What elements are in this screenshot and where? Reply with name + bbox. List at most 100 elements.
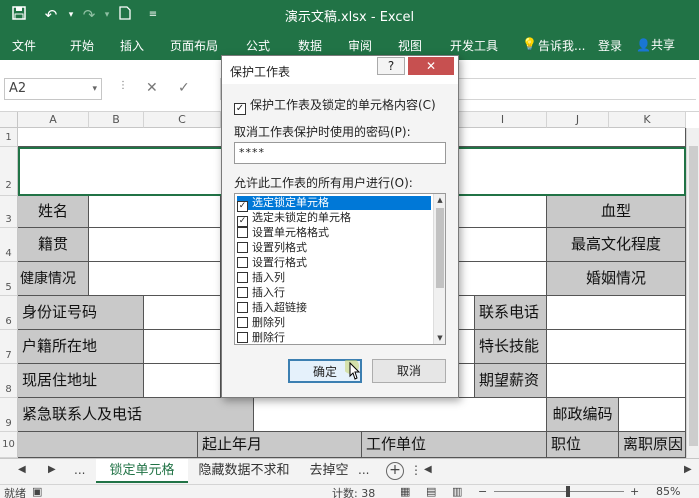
sheet-tab-remove-empty[interactable]: 去掉空 <box>302 459 356 483</box>
tab-file[interactable]: 文件 <box>12 37 36 54</box>
row-header[interactable]: 6 <box>0 296 18 330</box>
row-header[interactable]: 7 <box>0 330 18 364</box>
more-sheets-right[interactable]: ... <box>358 463 369 477</box>
close-button[interactable]: ✕ <box>408 57 454 75</box>
value-cell[interactable] <box>459 228 547 262</box>
chevron-down-icon[interactable]: ▼ <box>434 332 445 344</box>
row-header[interactable]: 2 <box>0 147 18 196</box>
value-cell[interactable] <box>144 330 221 364</box>
more-sheets-left[interactable]: ... <box>74 463 85 477</box>
row-header[interactable]: 8 <box>0 364 18 398</box>
normal-view-icon[interactable]: ▦ <box>400 485 410 498</box>
list-item[interactable]: 插入列 <box>237 271 431 285</box>
column-header[interactable]: B <box>89 112 144 128</box>
tab-data[interactable]: 数据 <box>298 37 322 54</box>
scroll-right-icon[interactable]: ▶ <box>48 464 56 475</box>
add-sheet-icon[interactable]: + <box>386 462 404 480</box>
cancel-icon[interactable]: ✕ <box>146 80 158 96</box>
tab-insert[interactable]: 插入 <box>120 37 144 54</box>
column-header[interactable]: J <box>547 112 609 128</box>
column-header[interactable]: K <box>609 112 686 128</box>
list-item[interactable]: 插入超链接 <box>237 301 431 315</box>
login-link[interactable]: 登录 <box>598 37 622 54</box>
share-button[interactable]: 👤共享 <box>636 34 692 56</box>
list-item[interactable]: ✓ 选定锁定单元格 <box>237 196 431 212</box>
scroll-left-icon[interactable]: ◀ <box>424 464 432 475</box>
zoom-slider[interactable] <box>494 491 624 492</box>
list-item[interactable]: 设置行格式 <box>237 256 431 270</box>
row-header[interactable]: 4 <box>0 228 18 262</box>
value-cell[interactable] <box>547 330 686 364</box>
tab-home[interactable]: 开始 <box>70 37 94 54</box>
checkbox-empty-icon[interactable] <box>237 332 248 343</box>
page-break-view-icon[interactable]: ▥ <box>452 485 462 498</box>
zoom-in-icon[interactable]: + <box>630 485 639 498</box>
chevron-up-icon[interactable]: ▲ <box>434 194 445 206</box>
value-cell[interactable] <box>89 196 221 228</box>
column-header[interactable]: C <box>144 112 221 128</box>
checkbox-empty-icon[interactable] <box>237 227 248 238</box>
column-header[interactable]: I <box>459 112 547 128</box>
protect-contents-checkbox[interactable]: ✓ 保护工作表及锁定的单元格内容(C) <box>234 96 436 115</box>
list-scrollbar-thumb[interactable] <box>436 208 444 288</box>
zoom-slider-thumb[interactable] <box>566 486 570 497</box>
list-item[interactable]: 删除列 <box>237 316 431 330</box>
tab-developer[interactable]: 开发工具 <box>450 37 498 54</box>
row-header[interactable]: 1 <box>0 128 18 147</box>
tell-me-search[interactable]: 告诉我... <box>538 37 585 54</box>
checkbox-empty-icon[interactable] <box>237 287 248 298</box>
value-cell[interactable] <box>459 262 547 296</box>
checkbox-empty-icon[interactable] <box>237 257 248 268</box>
tab-formulas[interactable]: 公式 <box>246 37 270 54</box>
scroll-right-icon[interactable]: ▶ <box>684 464 692 475</box>
column-header[interactable]: A <box>18 112 89 128</box>
value-cell[interactable] <box>144 364 221 398</box>
drag-handle-icon[interactable]: ⋮ <box>410 463 422 477</box>
value-cell[interactable] <box>459 364 475 398</box>
checkbox-empty-icon[interactable] <box>237 272 248 283</box>
check-icon[interactable]: ✓ <box>234 103 246 115</box>
chevron-down-icon[interactable]: ▾ <box>92 79 97 99</box>
list-item[interactable]: ✓ 选定未锁定的单元格 <box>237 211 431 227</box>
scrollbar-thumb[interactable] <box>689 146 698 446</box>
value-cell[interactable] <box>459 196 547 228</box>
sheet-tab-lock-cells[interactable]: 锁定单元格 <box>96 459 188 483</box>
cancel-button[interactable]: 取消 <box>372 359 446 383</box>
value-cell[interactable] <box>547 296 686 330</box>
list-item[interactable]: 删除行 <box>237 331 431 344</box>
permissions-list[interactable]: ✓ 选定锁定单元格 ✓ 选定未锁定的单元格 设置单元格格式 设置列格式 设置行格式 … <box>234 193 446 345</box>
row-header[interactable]: 10 <box>0 432 18 458</box>
list-item[interactable]: 插入行 <box>237 286 431 300</box>
value-cell[interactable] <box>254 398 547 432</box>
zoom-level[interactable]: 85% <box>656 485 680 498</box>
value-cell[interactable] <box>619 398 686 432</box>
list-scrollbar[interactable]: ▲ ▼ <box>433 194 445 344</box>
password-input[interactable]: **** <box>234 142 446 164</box>
help-button[interactable]: ? <box>377 57 405 75</box>
name-box[interactable]: A2 ▾ <box>4 78 102 100</box>
value-cell[interactable] <box>547 364 686 398</box>
row-header[interactable]: 3 <box>0 196 18 228</box>
macro-record-icon[interactable]: ▣ <box>32 485 42 498</box>
tab-page-layout[interactable]: 页面布局 <box>170 37 218 54</box>
checkbox-empty-icon[interactable] <box>237 302 248 313</box>
value-cell[interactable] <box>89 262 221 296</box>
row-header[interactable]: 9 <box>0 398 18 432</box>
sheet-tab-hide-data[interactable]: 隐藏数据不求和 <box>192 459 296 483</box>
checkbox-empty-icon[interactable] <box>237 242 248 253</box>
tab-view[interactable]: 视图 <box>398 37 422 54</box>
scroll-left-icon[interactable]: ◀ <box>18 464 26 475</box>
select-all-corner[interactable] <box>0 112 18 128</box>
zoom-out-icon[interactable]: − <box>478 485 487 498</box>
checkbox-empty-icon[interactable] <box>237 317 248 328</box>
vertical-scrollbar[interactable] <box>686 128 699 458</box>
list-item[interactable]: 设置单元格格式 <box>237 226 431 240</box>
drag-handle-icon[interactable]: ⋮ <box>118 80 128 91</box>
tab-review[interactable]: 审阅 <box>348 37 372 54</box>
row-header[interactable]: 5 <box>0 262 18 296</box>
value-cell[interactable] <box>459 330 475 364</box>
value-cell[interactable] <box>144 296 221 330</box>
enter-icon[interactable]: ✓ <box>178 80 190 96</box>
value-cell[interactable] <box>89 228 221 262</box>
value-cell[interactable] <box>459 296 475 330</box>
